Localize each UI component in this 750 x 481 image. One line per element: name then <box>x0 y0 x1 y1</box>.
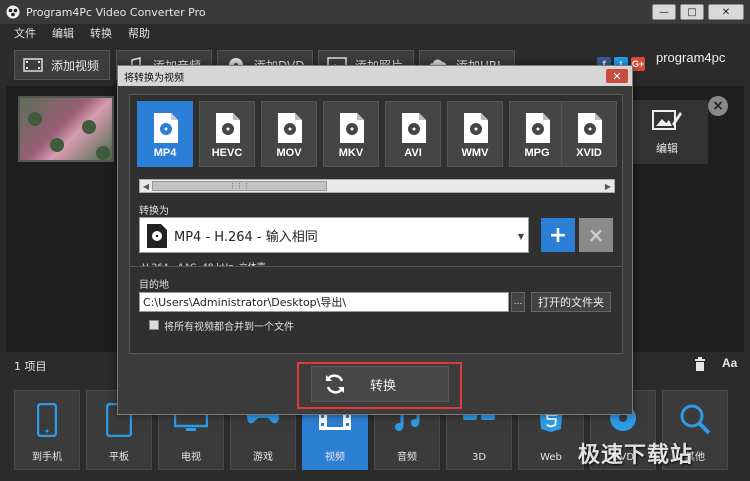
open-folder-button[interactable]: 打开的文件夹 <box>531 292 611 312</box>
format-label: MP4 <box>153 147 177 159</box>
device-label: 视频 <box>325 452 345 463</box>
format-mp4[interactable]: MP4 <box>137 101 193 167</box>
menu-file[interactable]: 文件 <box>14 25 36 41</box>
close-window-button[interactable]: ✕ <box>708 4 744 20</box>
convert-to-label: 转换为 <box>139 206 169 217</box>
profile-value: MP4 - H.264 - 输入相同 <box>174 229 318 245</box>
video-file-icon <box>278 113 302 143</box>
convert-dialog: 将转换为视频 ✕ MP4 HEVC MOV MKV AVI WMV MPG XV… <box>117 65 633 415</box>
scroll-thumb[interactable]: ⋮⋮⋮ <box>152 181 327 191</box>
format-xvid[interactable]: XVID <box>561 101 617 167</box>
phone-icon <box>37 403 57 437</box>
add-video-label: 添加视频 <box>51 58 100 73</box>
app-logo-icon <box>6 5 20 19</box>
video-thumbnail[interactable] <box>18 96 114 162</box>
destination-panel: 目的地 C:\Users\Administrator\Desktop\导出\ .… <box>129 266 623 354</box>
video-file-icon <box>147 224 167 248</box>
watermark-text: 极速下载站 <box>578 443 694 468</box>
video-file-icon <box>154 113 178 143</box>
menu-help[interactable]: 帮助 <box>128 25 150 41</box>
dialog-close-button[interactable]: ✕ <box>606 69 628 83</box>
device-label: Web <box>540 452 562 463</box>
format-label: MPG <box>524 147 550 159</box>
video-file-icon <box>464 113 488 143</box>
format-wmv[interactable]: WMV <box>447 101 503 167</box>
format-mkv[interactable]: MKV <box>323 101 379 167</box>
edit-image-icon <box>652 110 682 130</box>
video-file-icon <box>402 113 426 143</box>
format-mov[interactable]: MOV <box>261 101 317 167</box>
trash-icon[interactable] <box>694 357 706 371</box>
scroll-left-arrow-icon[interactable]: ◀ <box>140 180 152 192</box>
dialog-title: 将转换为视频 <box>124 72 184 84</box>
device-label: 音频 <box>397 452 417 463</box>
format-scrollbar[interactable]: ◀ ⋮⋮⋮ ▶ <box>139 179 615 193</box>
delete-profile-button[interactable]: × <box>579 218 613 252</box>
format-label: MOV <box>276 147 302 159</box>
device-label: 游戏 <box>253 452 273 463</box>
menu-edit[interactable]: 编辑 <box>52 25 74 41</box>
merge-label: 将所有视频都合并到一个文件 <box>164 322 294 333</box>
add-video-button[interactable]: 添加视频 <box>14 50 110 80</box>
format-avi[interactable]: AVI <box>385 101 441 167</box>
destination-path-input[interactable]: C:\Users\Administrator\Desktop\导出\ <box>139 292 509 312</box>
format-label: MKV <box>338 147 364 159</box>
destination-label: 目的地 <box>139 280 169 291</box>
edit-button[interactable]: 编辑 <box>626 100 708 164</box>
device-label: 电视 <box>181 452 201 463</box>
menu-convert[interactable]: 转换 <box>90 25 112 41</box>
remove-file-button[interactable]: × <box>708 96 728 116</box>
format-label: AVI <box>404 147 422 159</box>
film-icon <box>23 58 43 72</box>
device-phone[interactable]: 到手机 <box>14 390 80 470</box>
menu-bar: 文件 编辑 转换 帮助 <box>0 24 750 42</box>
format-label: HEVC <box>211 147 243 159</box>
refresh-icon <box>326 374 344 394</box>
device-label: 到手机 <box>32 452 62 463</box>
video-file-icon <box>526 113 550 143</box>
dialog-title-bar: 将转换为视频 <box>118 66 632 86</box>
minimize-button[interactable]: — <box>652 4 676 20</box>
brand-logo[interactable]: program4pc <box>656 50 725 65</box>
device-label: 3D <box>471 452 487 463</box>
chevron-down-icon[interactable]: ▼ <box>518 232 524 241</box>
edit-label: 编辑 <box>656 142 678 155</box>
maximize-button[interactable]: □ <box>680 4 704 20</box>
window-title: Program4Pc Video Converter Pro <box>26 5 206 19</box>
video-file-icon <box>340 113 364 143</box>
magnifier-icon <box>680 404 711 435</box>
format-label: WMV <box>461 147 489 159</box>
video-file-icon <box>216 113 240 143</box>
google-plus-icon[interactable]: G+ <box>631 57 645 71</box>
scroll-right-arrow-icon[interactable]: ▶ <box>602 180 614 192</box>
item-count: 1 项目 <box>14 360 47 373</box>
convert-label: 转换 <box>370 378 397 394</box>
font-settings-button[interactable]: Aa <box>722 356 737 370</box>
add-profile-button[interactable]: + <box>541 218 575 252</box>
device-label: 平板 <box>109 452 129 463</box>
browse-button[interactable]: ... <box>511 292 525 312</box>
format-mpg[interactable]: MPG <box>509 101 565 167</box>
title-bar: Program4Pc Video Converter Pro — □ ✕ <box>0 0 750 24</box>
video-file-icon <box>578 113 602 143</box>
merge-checkbox[interactable] <box>149 320 159 330</box>
convert-button[interactable]: 转换 <box>311 366 449 402</box>
profile-select[interactable]: MP4 - H.264 - 输入相同 ▼ <box>139 217 529 253</box>
format-hevc[interactable]: HEVC <box>199 101 255 167</box>
format-label: XVID <box>576 147 602 159</box>
